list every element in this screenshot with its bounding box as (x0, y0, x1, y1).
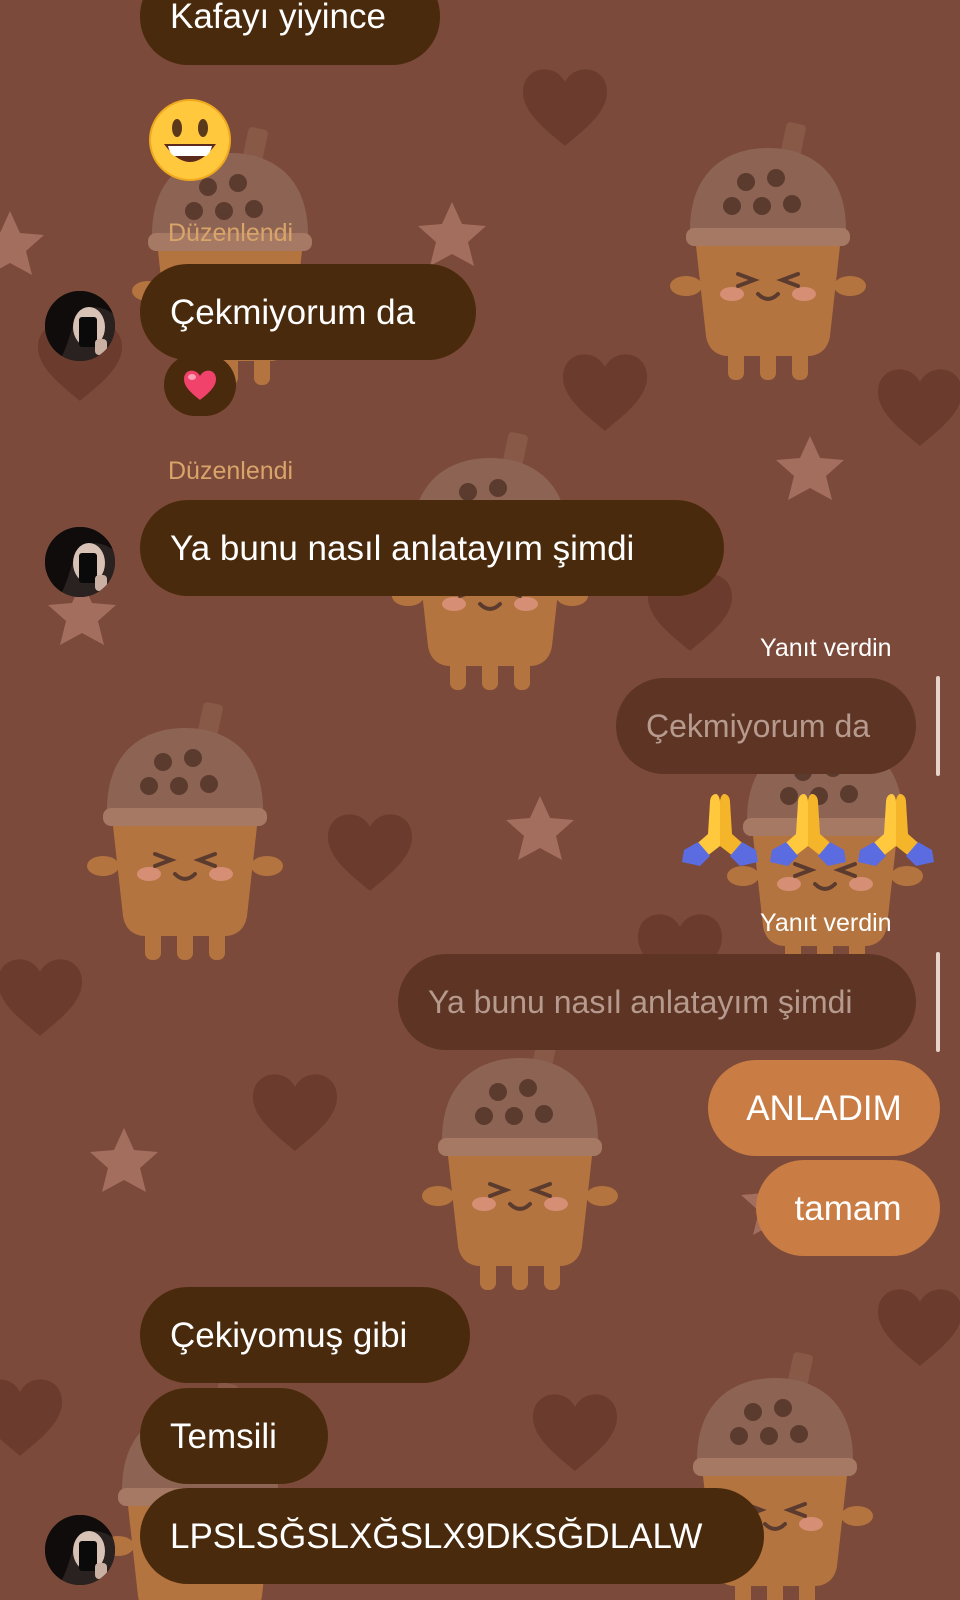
message-bubble-incoming[interactable]: Çekmiyorum da (140, 264, 476, 360)
quote-indicator-bar (936, 952, 940, 1052)
praying-hands-emoji-message[interactable] (680, 790, 940, 870)
quoted-text: Çekmiyorum da (646, 708, 871, 744)
message-bubble-outgoing[interactable]: tamam (756, 1160, 940, 1256)
message-bubble-incoming[interactable]: Temsili (140, 1388, 328, 1484)
avatar-image (45, 291, 115, 361)
red-heart-reaction-icon (184, 370, 216, 400)
message-bubble-outgoing[interactable]: ANLADIM (708, 1060, 940, 1156)
quote-indicator-bar (936, 676, 940, 776)
contact-avatar[interactable] (45, 291, 115, 361)
message-text: Kafayı yiyince (170, 0, 386, 36)
message-text: LPSLSĞSLXĞSLX9DKSĞDLALW (170, 1516, 703, 1556)
message-bubble-incoming[interactable]: Kafayı yiyince (140, 0, 440, 65)
contact-avatar[interactable] (45, 1515, 115, 1585)
message-reaction[interactable] (164, 354, 236, 416)
replied-label: Yanıt verdin (760, 634, 892, 662)
smiley-emoji-icon[interactable] (148, 98, 232, 182)
contact-avatar[interactable] (45, 527, 115, 597)
edited-label: Düzenlendi (168, 457, 294, 485)
message-bubble-incoming[interactable]: Çekiyomuş gibi (140, 1287, 470, 1383)
praying-hands-emoji-icon (682, 794, 934, 866)
replied-label: Yanıt verdin (760, 909, 892, 937)
message-bubble-incoming[interactable]: Ya bunu nasıl anlatayım şimdi (140, 500, 724, 596)
message-text: tamam (794, 1188, 902, 1228)
message-text: Çekiyomuş gibi (170, 1315, 408, 1355)
message-bubble-incoming[interactable]: LPSLSĞSLXĞSLX9DKSĞDLALW (140, 1488, 764, 1584)
message-text: Çekmiyorum da (170, 292, 416, 332)
quoted-text: Ya bunu nasıl anlatayım şimdi (428, 984, 853, 1020)
quoted-message[interactable]: Ya bunu nasıl anlatayım şimdi (398, 954, 916, 1050)
avatar-image (45, 1515, 115, 1585)
message-text: Ya bunu nasıl anlatayım şimdi (170, 528, 635, 568)
avatar-image (45, 527, 115, 597)
chat-screen: Kafayı yiyince Düzenlendi Çekmiyorum da (0, 0, 960, 1600)
message-text: Temsili (170, 1416, 277, 1456)
message-text: ANLADIM (746, 1088, 902, 1128)
edited-label: Düzenlendi (168, 219, 294, 247)
quoted-message[interactable]: Çekmiyorum da (616, 678, 916, 774)
